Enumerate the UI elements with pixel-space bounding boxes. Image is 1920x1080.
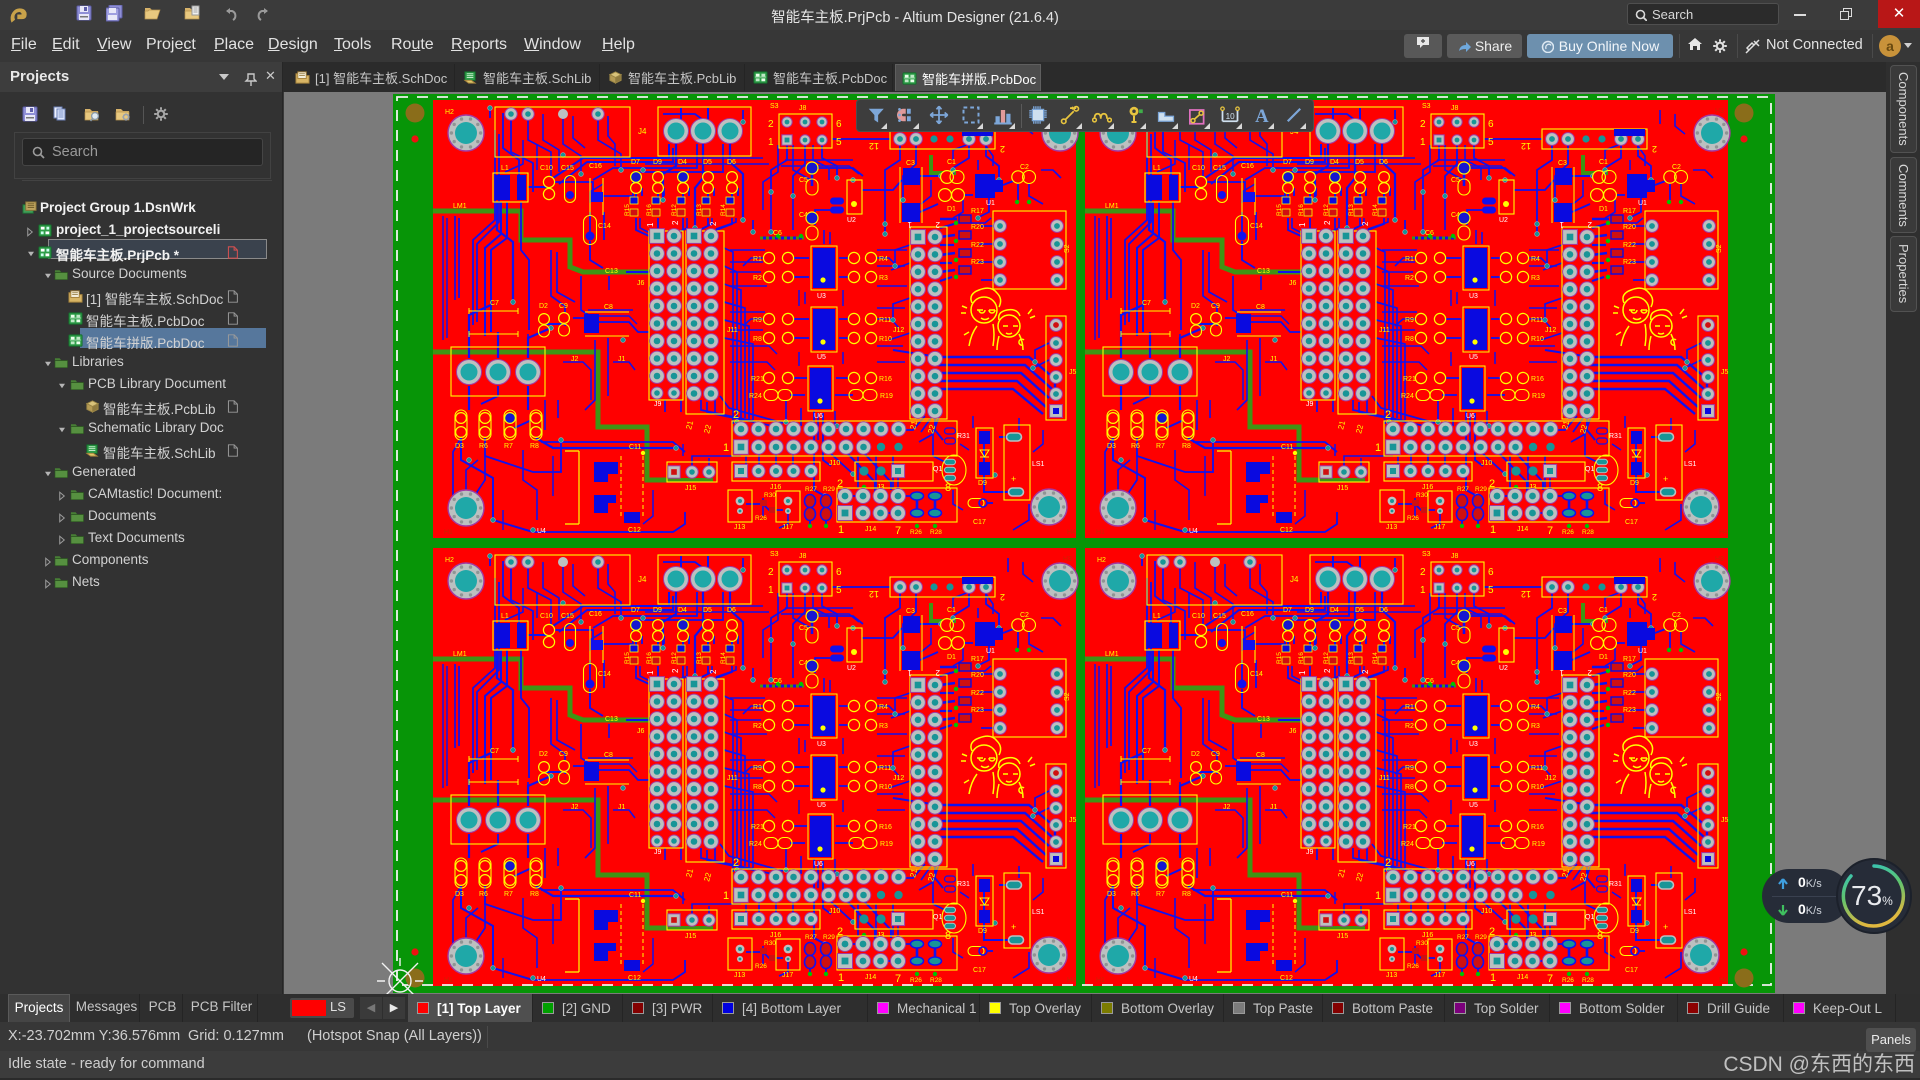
svg-text:10: 10 — [1226, 112, 1236, 121]
